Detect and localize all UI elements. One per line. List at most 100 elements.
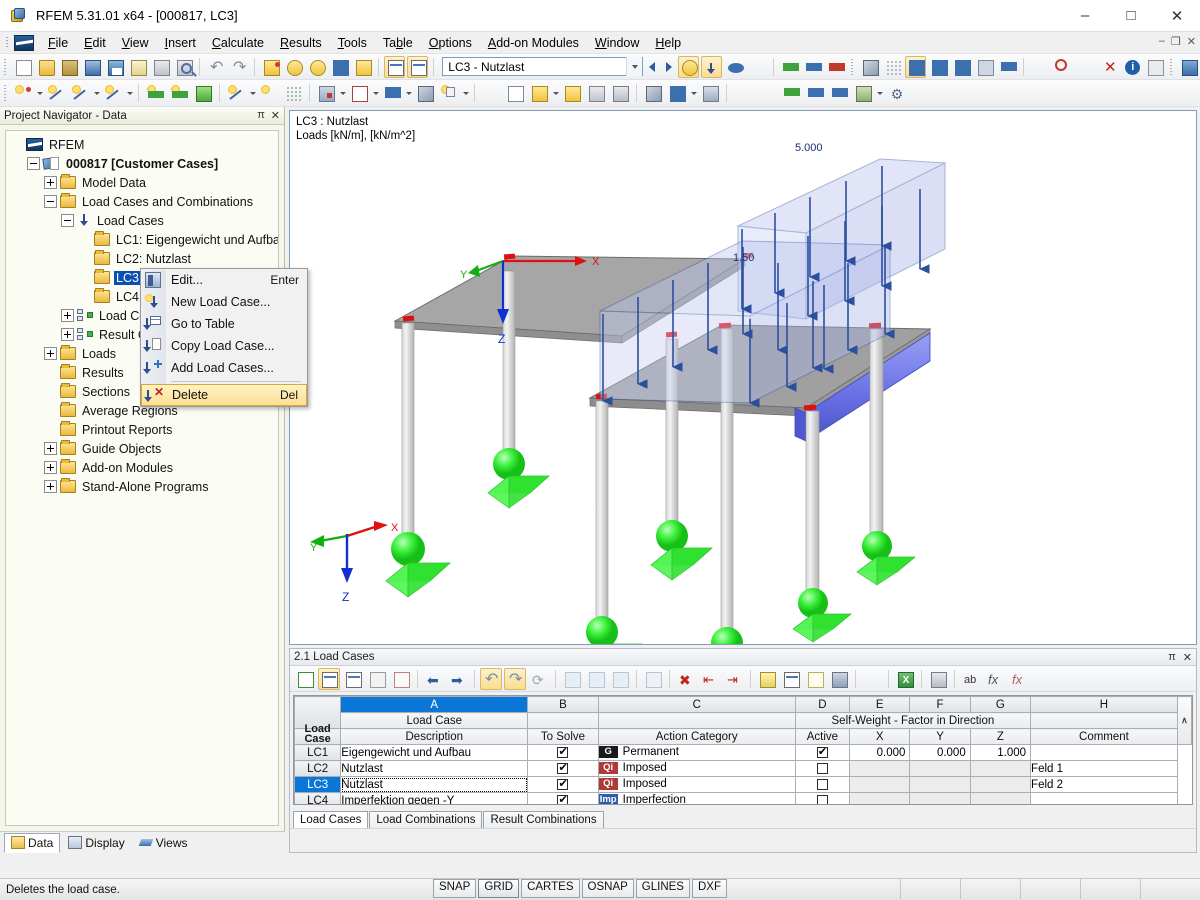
cell-self-weight-active[interactable] xyxy=(795,745,849,761)
snap-button-snap[interactable]: SNAP xyxy=(433,879,476,898)
member-support-icon[interactable] xyxy=(802,56,823,78)
grid-vertical-scrollbar[interactable]: ∧ xyxy=(1177,697,1191,745)
cell-factor-z[interactable] xyxy=(970,761,1030,777)
support-icon[interactable] xyxy=(779,56,800,78)
new-polygon-dropdown[interactable] xyxy=(125,82,134,104)
to-solve-checkbox[interactable] xyxy=(557,763,568,774)
toolbar-grip-1[interactable] xyxy=(2,57,9,77)
edit-table-icon[interactable] xyxy=(804,668,826,690)
new-surface-icon[interactable] xyxy=(192,82,214,104)
cell-factor-x[interactable] xyxy=(850,777,910,793)
new-nodal-support-icon[interactable] xyxy=(168,82,190,104)
close-button[interactable]: ✕ xyxy=(1154,0,1200,31)
clipboard-small-icon[interactable] xyxy=(1144,56,1165,78)
menu-edit[interactable]: Edit xyxy=(76,34,114,52)
tree-item-lc2-nutzlast[interactable]: LC2: Nutzlast xyxy=(6,249,278,268)
mdi-minimize-button[interactable]: – xyxy=(1159,35,1165,48)
settings-icon[interactable] xyxy=(699,82,721,104)
line-support-icon[interactable] xyxy=(825,56,846,78)
tree-item-000817-customer-cases[interactable]: 000817 [Customer Cases] xyxy=(6,154,278,173)
print-preview-icon[interactable] xyxy=(173,56,194,78)
to-solve-checkbox[interactable] xyxy=(557,795,568,805)
next-load-case-button[interactable] xyxy=(660,57,677,77)
col-letter-g[interactable]: G xyxy=(970,697,1030,713)
row-header-lc2[interactable]: LC2 xyxy=(295,761,341,777)
new-solid-icon[interactable] xyxy=(414,82,436,104)
self-weight-active-checkbox[interactable] xyxy=(817,763,828,774)
menu-grip-handle[interactable] xyxy=(3,34,12,52)
expand-icon[interactable] xyxy=(44,347,57,360)
cell-self-weight-active[interactable] xyxy=(795,761,849,777)
table-row[interactable]: LC3NutzlastQiImposedFeld 2 xyxy=(295,777,1192,793)
new-support-icon[interactable] xyxy=(144,82,166,104)
maximize-button[interactable]: □ xyxy=(1108,0,1154,31)
cell-description[interactable]: Imperfektion gegen -Y xyxy=(341,793,528,806)
expand-icon[interactable] xyxy=(44,461,57,474)
tree-item-printout-reports[interactable]: Printout Reports xyxy=(6,420,278,439)
cell-comment[interactable]: Feld 1 xyxy=(1031,761,1178,777)
self-weight-active-checkbox[interactable] xyxy=(817,747,828,758)
cell-factor-x[interactable] xyxy=(850,761,910,777)
load-case-dropdown-2[interactable] xyxy=(551,82,560,104)
context-menu-item-edit[interactable]: Edit... Enter xyxy=(141,269,307,291)
new-copy-icon[interactable] xyxy=(438,82,460,104)
cell-comment[interactable]: Feld 2 xyxy=(1031,777,1178,793)
redo-table-icon[interactable] xyxy=(504,668,526,690)
table-grid-icon[interactable] xyxy=(407,56,428,78)
open-folder-icon[interactable] xyxy=(35,56,56,78)
tree-item-load-cases-and-combinations[interactable]: Load Cases and Combinations xyxy=(6,192,278,211)
load-case-icon-2[interactable] xyxy=(528,82,550,104)
menu-file[interactable]: File xyxy=(40,34,76,52)
table-close-icon[interactable]: ✕ xyxy=(1183,651,1192,664)
formula-icon[interactable]: fx xyxy=(984,668,1006,690)
col-letter-e[interactable]: E xyxy=(850,697,910,713)
cell-action-category[interactable]: QiImposed xyxy=(598,761,795,777)
col-letter-c[interactable]: C xyxy=(598,697,795,713)
cell-factor-z[interactable]: 1.000 xyxy=(970,745,1030,761)
clear-formula-icon[interactable]: fx xyxy=(1008,668,1030,690)
nav-tab-display[interactable]: Display xyxy=(62,834,130,852)
results-icon[interactable] xyxy=(480,82,502,104)
load-cases-grid[interactable]: A B C D E F G H ∧ Load Case xyxy=(293,695,1193,805)
menu-help[interactable]: Help xyxy=(647,34,689,52)
save-icon[interactable] xyxy=(104,56,125,78)
table-view-icon[interactable] xyxy=(384,56,405,78)
tree-item-stand-alone-programs[interactable]: Stand-Alone Programs xyxy=(6,477,278,496)
guide-icon[interactable] xyxy=(780,82,802,104)
structural-model-3d[interactable]: X Y Z X Y Z 5.000 1.5 xyxy=(290,111,1197,645)
menu-addon-modules[interactable]: Add-on Modules xyxy=(480,34,587,52)
new-line-icon[interactable] xyxy=(45,82,67,104)
col-letter-d[interactable]: D xyxy=(795,697,849,713)
cell-action-category[interactable]: ImpImperfection xyxy=(598,793,795,806)
view-eye-icon[interactable] xyxy=(724,56,745,78)
menu-options[interactable]: Options xyxy=(421,34,480,52)
undo-table-icon[interactable] xyxy=(480,668,502,690)
tree-item-add-on-modules[interactable]: Add-on Modules xyxy=(6,458,278,477)
cell-factor-x[interactable] xyxy=(850,793,910,806)
tree-item-model-data[interactable]: Model Data xyxy=(6,173,278,192)
col-letter-b[interactable]: B xyxy=(528,697,598,713)
load-direction-icon[interactable] xyxy=(701,56,722,78)
group-icon[interactable] xyxy=(852,82,874,104)
delete-x-icon[interactable]: ✕ xyxy=(1098,56,1119,78)
surface-model-icon[interactable] xyxy=(951,56,972,78)
prev-table-icon[interactable]: ⬅ xyxy=(423,668,445,690)
row-header-lc1[interactable]: LC1 xyxy=(295,745,341,761)
minimize-button[interactable]: – xyxy=(1062,0,1108,31)
context-menu-item-delete[interactable]: ✕ Delete Del xyxy=(141,384,307,406)
table-row[interactable]: LC2Nutzlast QiImposed Feld 1 xyxy=(295,761,1192,777)
print-icon[interactable] xyxy=(150,56,171,78)
collapse-icon[interactable] xyxy=(44,195,57,208)
new-xx-icon[interactable] xyxy=(258,82,280,104)
render-dropdown[interactable] xyxy=(689,82,698,104)
cell-description[interactable]: Nutzlast xyxy=(341,761,528,777)
tab-result-combinations[interactable]: Result Combinations xyxy=(483,811,603,828)
context-menu-item-add-load-cases[interactable]: Add Load Cases... xyxy=(141,357,307,379)
wire-model-icon[interactable] xyxy=(928,56,949,78)
model-viewport[interactable]: LC3 : Nutzlast Loads [kN/m], [kN/m^2] xyxy=(289,110,1197,645)
menu-view[interactable]: View xyxy=(114,34,157,52)
excel-export-icon[interactable]: X xyxy=(894,668,916,690)
printreport-icon[interactable] xyxy=(1178,56,1199,78)
cell-self-weight-active[interactable] xyxy=(795,793,849,806)
menu-table[interactable]: Table xyxy=(375,34,421,52)
